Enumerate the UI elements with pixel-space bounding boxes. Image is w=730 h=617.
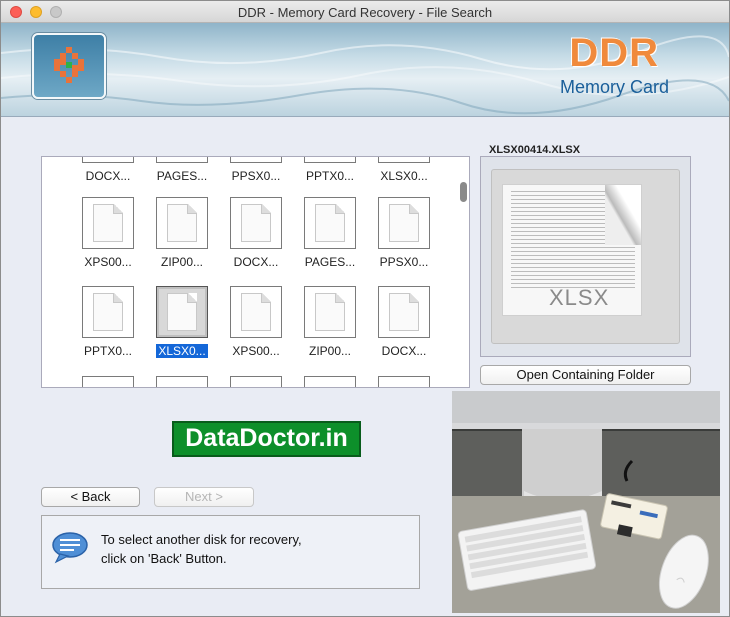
file-item-partial[interactable] xyxy=(223,376,289,387)
file-icon xyxy=(230,157,282,163)
xlsx-document-icon: XLSX xyxy=(502,184,642,316)
file-name: XPS00... xyxy=(84,255,132,269)
window-title: DDR - Memory Card Recovery - File Search xyxy=(237,5,493,20)
app-logo xyxy=(32,33,106,99)
file-item-partial[interactable] xyxy=(75,376,141,387)
file-icon xyxy=(156,376,208,387)
ddr-logo-icon xyxy=(54,47,84,83)
file-icon xyxy=(230,197,282,249)
file-item[interactable]: PAGES... xyxy=(149,157,215,183)
file-item[interactable]: XPS00... xyxy=(75,197,141,269)
file-item[interactable]: DOCX... xyxy=(75,157,141,183)
file-name: XLSX0... xyxy=(156,344,208,358)
file-name: PPTX0... xyxy=(305,169,355,183)
file-name: XLSX0... xyxy=(380,169,428,183)
file-item[interactable]: PPSX0... xyxy=(223,157,289,183)
app-window: DDR - Memory Card Recovery - File Search… xyxy=(0,0,730,617)
preview-panel: XLSX xyxy=(480,156,691,357)
file-name: ZIP00... xyxy=(160,255,204,269)
file-item-partial[interactable] xyxy=(371,376,437,387)
file-icon xyxy=(304,157,356,163)
file-item[interactable]: PAGES... xyxy=(297,197,363,269)
info-line-2: click on 'Back' Button. xyxy=(101,551,227,566)
file-item[interactable]: XLSX0... xyxy=(371,157,437,183)
file-type-label: XLSX xyxy=(549,285,610,310)
file-name: PPSX0... xyxy=(231,169,281,183)
file-name: DOCX... xyxy=(85,169,131,183)
grid-scrollbar[interactable] xyxy=(460,182,467,202)
file-name: DOCX... xyxy=(381,344,427,358)
file-icon xyxy=(156,286,208,338)
product-photo xyxy=(452,391,720,613)
file-icon xyxy=(82,376,134,387)
file-name: PPSX0... xyxy=(379,255,429,269)
info-message: To select another disk for recovery, cli… xyxy=(101,530,302,568)
datadoctor-logo: DataDoctor.in xyxy=(172,421,361,457)
file-icon xyxy=(82,197,134,249)
file-item[interactable]: PPSX0... xyxy=(371,197,437,269)
title-bar: DDR - Memory Card Recovery - File Search xyxy=(1,1,729,23)
file-name: XPS00... xyxy=(232,344,280,358)
info-line-1: To select another disk for recovery, xyxy=(101,532,302,547)
imac-card-reader-image xyxy=(452,391,720,613)
file-item[interactable]: PPTX0... xyxy=(297,157,363,183)
file-icon xyxy=(378,157,430,163)
file-name: DOCX... xyxy=(233,255,279,269)
file-icon xyxy=(156,197,208,249)
file-item[interactable]: ZIP00... xyxy=(149,197,215,269)
back-button[interactable]: < Back xyxy=(41,487,140,507)
file-icon xyxy=(230,286,282,338)
file-name: PAGES... xyxy=(156,169,208,183)
file-icon xyxy=(82,286,134,338)
preview-thumbnail: XLSX xyxy=(491,169,680,344)
header-banner: DDR Memory Card xyxy=(1,23,729,117)
open-containing-folder-button[interactable]: Open Containing Folder xyxy=(480,365,691,385)
file-icon xyxy=(304,376,356,387)
file-item[interactable]: DOCX... xyxy=(223,197,289,269)
file-icon xyxy=(378,197,430,249)
file-name: PPTX0... xyxy=(83,344,133,358)
file-item[interactable]: ZIP00... xyxy=(297,286,363,358)
file-icon xyxy=(82,157,134,163)
file-item[interactable]: DOCX... xyxy=(371,286,437,358)
info-message-box: To select another disk for recovery, cli… xyxy=(41,515,420,589)
file-icon xyxy=(156,157,208,163)
file-item[interactable]: PPTX0... xyxy=(75,286,141,358)
preview-filename: XLSX00414.XLSX xyxy=(489,144,581,156)
file-item[interactable]: XLSX0... xyxy=(149,286,215,358)
file-icon xyxy=(378,376,430,387)
next-button: Next > xyxy=(154,487,254,507)
file-grid[interactable]: DOCX... PAGES... PPSX0... PPTX0... XLSX0... X… xyxy=(41,156,470,388)
file-item[interactable]: XPS00... xyxy=(223,286,289,358)
file-item-partial[interactable] xyxy=(297,376,363,387)
file-name: ZIP00... xyxy=(308,344,352,358)
brand-title: DDR xyxy=(569,31,659,75)
file-name: PAGES... xyxy=(304,255,356,269)
file-icon xyxy=(304,286,356,338)
speech-bubble-icon xyxy=(52,532,88,564)
file-icon xyxy=(378,286,430,338)
file-icon xyxy=(230,376,282,387)
file-icon xyxy=(304,197,356,249)
brand-subtitle: Memory Card xyxy=(559,77,669,97)
file-item-partial[interactable] xyxy=(149,376,215,387)
